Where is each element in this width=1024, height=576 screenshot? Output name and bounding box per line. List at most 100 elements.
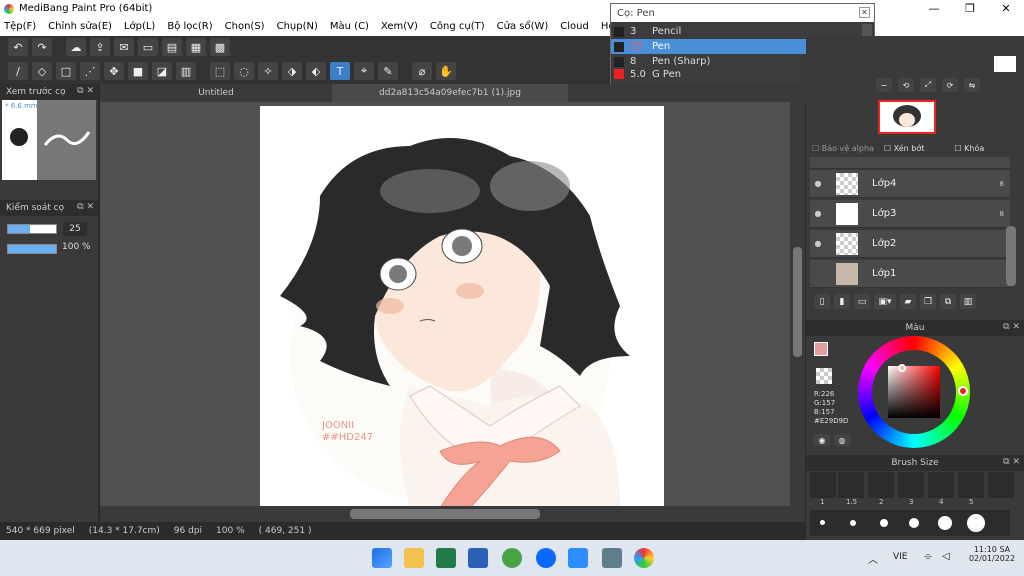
document-icon[interactable]: ▤: [162, 38, 182, 56]
maximize-button[interactable]: ❐: [952, 0, 988, 17]
trash-icon[interactable]: ▥: [960, 294, 976, 309]
color-wheel[interactable]: [858, 336, 970, 448]
zoom-out-icon[interactable]: −: [876, 78, 892, 92]
minimize-button[interactable]: —: [916, 0, 952, 17]
menu-window[interactable]: Cửa sổ(W): [497, 21, 549, 32]
add-layer-dropdown-icon[interactable]: ▣▾: [874, 294, 896, 309]
magic-wand-icon[interactable]: ✧: [258, 62, 278, 80]
size-value[interactable]: 25: [63, 222, 87, 236]
clock[interactable]: 11:10 SA 02/01/2022: [964, 545, 1020, 563]
menu-layer[interactable]: Lớp(L): [124, 21, 155, 32]
text-tool-icon[interactable]: T: [330, 62, 350, 80]
cloud-icon[interactable]: ☁: [66, 38, 86, 56]
rect-shape-icon[interactable]: □: [56, 62, 76, 80]
dot-tool-icon[interactable]: ⋰: [80, 62, 100, 80]
menu-edit[interactable]: Chỉnh sửa(E): [48, 21, 112, 32]
navigator-preview[interactable]: [878, 100, 936, 134]
menu-file[interactable]: Tệp(F): [4, 21, 36, 32]
duplicate-layer-icon[interactable]: ❐: [920, 294, 936, 309]
calculator-icon[interactable]: [602, 548, 622, 568]
hand-tool-icon[interactable]: ✋: [436, 62, 456, 80]
size-dot[interactable]: [967, 514, 985, 532]
primary-color-swatch[interactable]: [814, 342, 828, 356]
layer-row[interactable]: ● Lớp4 8: [810, 170, 1010, 198]
layout-icon[interactable]: ▦: [186, 38, 206, 56]
size-cell[interactable]: [810, 472, 836, 498]
tab-image[interactable]: dd2a813c54a09efec7b1 (1).jpg: [332, 84, 568, 102]
rotate-right-icon[interactable]: ⟳: [942, 78, 958, 92]
lock-checkbox[interactable]: ☐ Khóa: [954, 144, 984, 153]
size-cell[interactable]: [898, 472, 924, 498]
menu-view[interactable]: Xem(V): [381, 21, 418, 32]
color-history-icon[interactable]: ◍: [834, 434, 850, 446]
size-cell[interactable]: [958, 472, 984, 498]
new-layer-icon[interactable]: ▯: [814, 294, 830, 309]
eye-icon[interactable]: ●: [810, 239, 826, 248]
size-dot[interactable]: [820, 520, 825, 525]
size-cell[interactable]: [928, 472, 954, 498]
new-8bit-layer-icon[interactable]: ▭: [854, 294, 870, 309]
eye-icon[interactable]: ●: [810, 209, 826, 218]
move-tool-icon[interactable]: ✥: [104, 62, 124, 80]
size-dot[interactable]: [938, 516, 952, 530]
protect-alpha-checkbox[interactable]: ☐ Bảo vệ alpha: [812, 144, 874, 153]
panel-close-icon[interactable]: ⧉ ✕: [1003, 457, 1020, 467]
menu-filter[interactable]: Bộ lọc(R): [167, 21, 212, 32]
menu-color[interactable]: Màu (C): [330, 21, 369, 32]
saturation-square[interactable]: [888, 366, 940, 418]
opacity-slider[interactable]: [7, 244, 57, 254]
drawing-canvas[interactable]: JOONII ##HD247: [260, 106, 664, 508]
layer-row[interactable]: ● Lớp2: [810, 230, 1010, 258]
navigator-zoom-box[interactable]: [994, 56, 1016, 72]
fit-icon[interactable]: ⤢: [920, 78, 936, 92]
panel-close-icon[interactable]: ⧉ ✕: [1003, 322, 1020, 332]
size-dot[interactable]: [880, 519, 888, 527]
popup-close-icon[interactable]: ✕: [859, 7, 870, 18]
size-dot[interactable]: [850, 520, 856, 526]
layer-scrollbar[interactable]: [1006, 226, 1016, 286]
size-cell[interactable]: [838, 472, 864, 498]
select-pen-icon[interactable]: ⬗: [282, 62, 302, 80]
panel-close-icon[interactable]: ⧉ ✕: [77, 86, 94, 96]
layer-row[interactable]: ● Lớp3 8: [810, 200, 1010, 228]
size-dot[interactable]: [909, 518, 919, 528]
horizontal-scrollbar[interactable]: [100, 506, 805, 522]
tray-chevron-icon[interactable]: ︿: [868, 551, 878, 566]
network-icon[interactable]: ⌯: [924, 551, 932, 562]
panel-close-icon[interactable]: ⧉ ✕: [77, 202, 94, 212]
menu-select[interactable]: Chọn(S): [225, 21, 265, 32]
merge-layer-icon[interactable]: ⧉: [940, 294, 956, 309]
gradient-tool-icon[interactable]: ▥: [176, 62, 196, 80]
clipping-checkbox[interactable]: ☐ Xén bớt: [884, 144, 924, 153]
medibang-icon[interactable]: [634, 548, 654, 568]
excel-icon[interactable]: [436, 548, 456, 568]
undo-icon[interactable]: ↶: [8, 38, 28, 56]
palette-icon[interactable]: ◉: [814, 434, 830, 446]
redo-icon[interactable]: ↷: [32, 38, 52, 56]
lasso-icon[interactable]: ◌: [234, 62, 254, 80]
canvas-area[interactable]: JOONII ##HD247: [100, 102, 790, 508]
chat-icon[interactable]: ▭: [138, 38, 158, 56]
new-halftone-layer-icon[interactable]: ▮: [834, 294, 850, 309]
eraser-tool-icon[interactable]: ◇: [32, 62, 52, 80]
file-explorer-icon[interactable]: [404, 548, 424, 568]
close-button[interactable]: ✕: [988, 0, 1024, 17]
comment-icon[interactable]: ✉: [114, 38, 134, 56]
share-icon[interactable]: ⇪: [90, 38, 110, 56]
horizontal-scroll-thumb[interactable]: [350, 509, 540, 519]
tab-untitled[interactable]: Untitled: [100, 84, 332, 102]
size-cell[interactable]: [868, 472, 894, 498]
zoom-icon[interactable]: [568, 548, 588, 568]
rotate-left-icon[interactable]: ⟲: [898, 78, 914, 92]
brush-tool-icon[interactable]: /: [8, 62, 28, 80]
bucket-tool-icon[interactable]: ◪: [152, 62, 172, 80]
layer-row[interactable]: Lớp1: [810, 260, 1010, 288]
word-icon[interactable]: [468, 548, 488, 568]
eye-icon[interactable]: ●: [810, 179, 826, 188]
eyedropper-icon[interactable]: ⌀: [412, 62, 432, 80]
saturation-cursor[interactable]: [898, 364, 906, 372]
menu-tools[interactable]: Công cụ(T): [430, 21, 485, 32]
layer-row-partial[interactable]: [810, 157, 1010, 169]
size-cell[interactable]: [988, 472, 1014, 498]
size-slider[interactable]: [7, 224, 57, 234]
